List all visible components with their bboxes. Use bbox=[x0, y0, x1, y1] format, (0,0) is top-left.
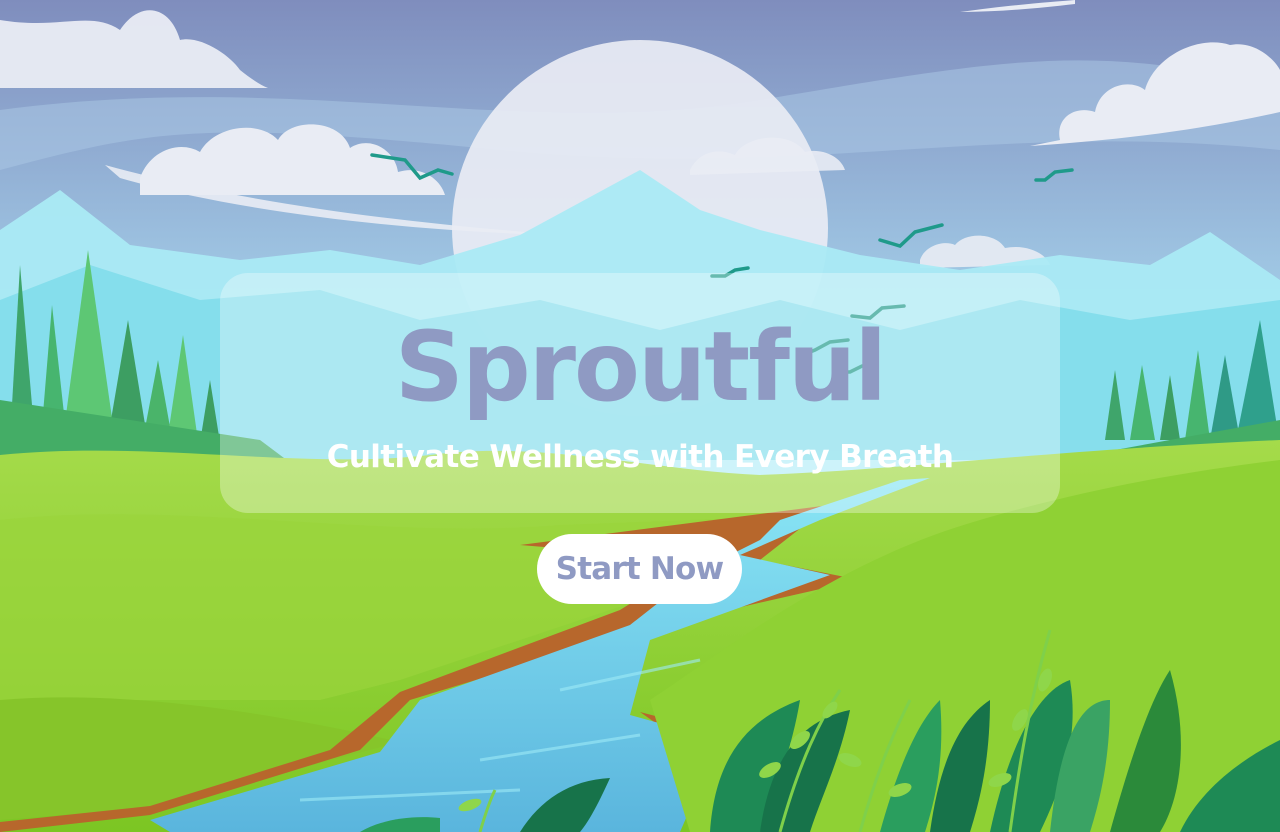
brand-title: Sproutful bbox=[394, 311, 887, 423]
start-now-button[interactable]: Start Now bbox=[537, 534, 742, 604]
landing-page: Sproutful Cultivate Wellness with Every … bbox=[0, 0, 1280, 832]
tagline: Cultivate Wellness with Every Breath bbox=[326, 439, 954, 475]
